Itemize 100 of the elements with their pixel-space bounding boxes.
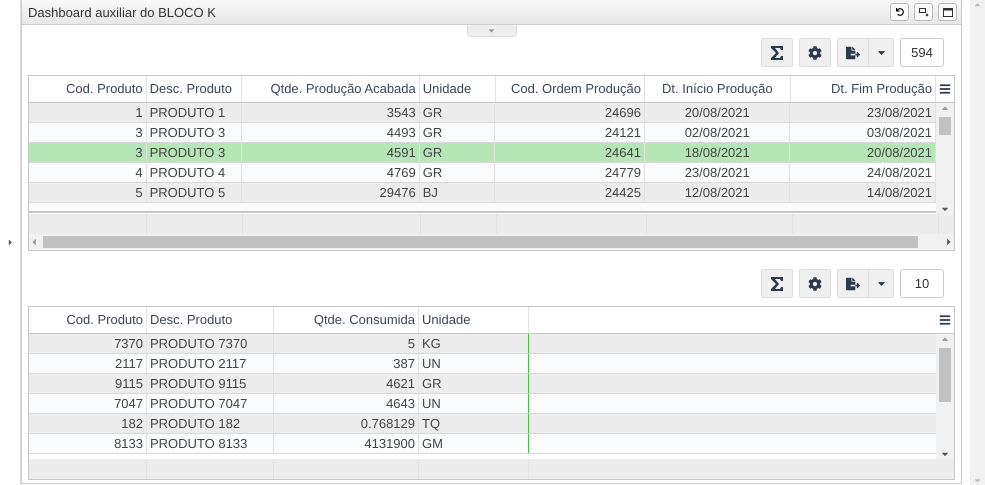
panel-title: Dashboard auxiliar do BLOCO K	[28, 4, 216, 20]
table-cell: GR	[419, 374, 529, 393]
column-header[interactable]: Cod. Produto	[29, 76, 147, 102]
column-header[interactable]: Cod. Ordem Produção	[496, 76, 646, 102]
table-cell: 4591	[242, 143, 420, 162]
sigma-icon	[769, 44, 785, 60]
table-row[interactable]: 5 PRODUTO 5 29476 BJ 24425 12/08/2021 14/08/2021	[29, 183, 936, 203]
export-button[interactable]	[837, 38, 869, 67]
table-cell: PRODUTO 9115	[147, 374, 274, 393]
table-cell: 5	[29, 183, 147, 202]
column-header[interactable]: Cod. Produto	[29, 307, 147, 333]
window-icon	[918, 8, 928, 16]
table-row[interactable]: 1 PRODUTO 1 3543 GR 24696 20/08/2021 23/08/2021	[29, 103, 936, 123]
menu-icon[interactable]	[939, 83, 952, 95]
table-cell: BJ	[420, 183, 496, 202]
table-row[interactable]: 7370 PRODUTO 7370 5 KG	[29, 334, 936, 354]
table-cell: 18/08/2021	[644, 143, 790, 162]
sigma-icon	[769, 276, 785, 292]
file-export-icon	[846, 276, 860, 290]
table-cell: PRODUTO 3	[146, 143, 242, 162]
table-cell: 387	[274, 354, 419, 373]
menu-icon[interactable]	[939, 314, 951, 326]
column-header[interactable]: Desc. Produto	[147, 307, 274, 333]
table-row[interactable]: 8133 PRODUTO 8133 4131900 GM	[29, 434, 936, 454]
table-cell: 4769	[242, 163, 420, 182]
table-cell: GR	[420, 123, 496, 142]
record-count: 10	[900, 269, 944, 298]
table-cell: 0.768129	[274, 414, 419, 433]
table-cell: 1	[29, 103, 147, 122]
maximize-button[interactable]	[938, 3, 957, 21]
table-row[interactable]: 3 PRODUTO 3 4591 GR 24641 18/08/2021 20/08/2021	[29, 143, 936, 163]
record-count: 594	[900, 38, 944, 67]
table-cell: 4	[29, 163, 147, 182]
column-header[interactable]: Unidade	[420, 76, 496, 102]
settings-button[interactable]	[799, 269, 831, 298]
table-cell: 20/08/2021	[644, 103, 790, 122]
table-cell: 5	[274, 334, 419, 353]
table-cell: PRODUTO 7047	[147, 394, 274, 413]
table-cell: GR	[420, 103, 496, 122]
column-header[interactable]: Qtde. Consumida	[274, 307, 419, 333]
table-cell: GR	[420, 143, 496, 162]
table-cell: 182	[29, 414, 147, 433]
table-cell: TQ	[419, 414, 529, 433]
table-cell: UN	[419, 394, 529, 413]
restore-button[interactable]	[890, 3, 909, 21]
table-row[interactable]: 2117 PRODUTO 2117 387 UN	[29, 354, 936, 374]
table-cell: PRODUTO 4	[146, 163, 242, 182]
table-cell: 3	[29, 143, 147, 162]
table-cell: 24779	[495, 163, 645, 182]
column-header[interactable]: Unidade	[419, 307, 529, 333]
maximize-icon	[942, 8, 952, 16]
table-cell: 12/08/2021	[644, 183, 790, 202]
table-row[interactable]: 3 PRODUTO 3 4493 GR 24121 02/08/2021 03/08/2021	[29, 123, 936, 143]
table-cell: UN	[419, 354, 529, 373]
table-cell: PRODUTO 2117	[147, 354, 274, 373]
table-cell: PRODUTO 3	[146, 123, 242, 142]
table-cell: 24121	[495, 123, 645, 142]
table-cell: 7370	[29, 334, 147, 353]
table-cell: 7047	[29, 394, 147, 413]
sum-button[interactable]	[761, 38, 793, 67]
table-cell: 4621	[274, 374, 419, 393]
table-cell: KG	[419, 334, 529, 353]
table-cell: 4131900	[274, 434, 419, 453]
table-cell: 02/08/2021	[644, 123, 790, 142]
table-cell: 23/08/2021	[644, 163, 790, 182]
table-row[interactable]: 9115 PRODUTO 9115 4621 GR	[29, 374, 936, 394]
table-cell: 3	[29, 123, 147, 142]
column-header[interactable]: Dt. Início Produção	[645, 76, 791, 102]
table-row[interactable]: 4 PRODUTO 4 4769 GR 24779 23/08/2021 24/08/2021	[29, 163, 936, 183]
table-cell: PRODUTO 1	[146, 103, 242, 122]
table-cell: 24641	[495, 143, 645, 162]
export-button[interactable]	[837, 269, 869, 298]
table-cell: 3543	[242, 103, 420, 122]
settings-button[interactable]	[799, 38, 831, 67]
table-cell: 9115	[29, 374, 147, 393]
settings-icon	[808, 46, 822, 60]
scrollbar-thumb[interactable]	[43, 236, 918, 248]
undo-icon	[896, 8, 904, 16]
table-cell: PRODUTO 182	[147, 414, 274, 433]
table-cell: 24696	[495, 103, 645, 122]
table-cell: GM	[419, 434, 529, 453]
column-header[interactable]: Desc. Produto	[146, 76, 242, 102]
table-cell: 24425	[495, 183, 645, 202]
scrollbar-thumb[interactable]	[939, 117, 951, 135]
table-cell: PRODUTO 7370	[147, 334, 274, 353]
table-cell: PRODUTO 5	[146, 183, 242, 202]
table-row[interactable]: 182 PRODUTO 182 0.768129 TQ	[29, 414, 936, 434]
table-cell: GR	[420, 163, 496, 182]
column-header[interactable]: Dt. Fim Produção	[790, 76, 936, 102]
table-row[interactable]: 7047 PRODUTO 7047 4643 UN	[29, 394, 936, 414]
column-header[interactable]: Qtde. Produção Acabada	[242, 76, 420, 102]
sum-button[interactable]	[761, 269, 793, 298]
table-cell: 2117	[29, 354, 147, 373]
scrollbar-thumb[interactable]	[939, 348, 951, 402]
table-cell: 29476	[242, 183, 420, 202]
table-cell: 4643	[274, 394, 419, 413]
file-export-icon	[846, 46, 860, 60]
table-cell: 8133	[29, 434, 147, 453]
minimize-button[interactable]	[914, 3, 933, 21]
settings-icon	[808, 276, 822, 290]
